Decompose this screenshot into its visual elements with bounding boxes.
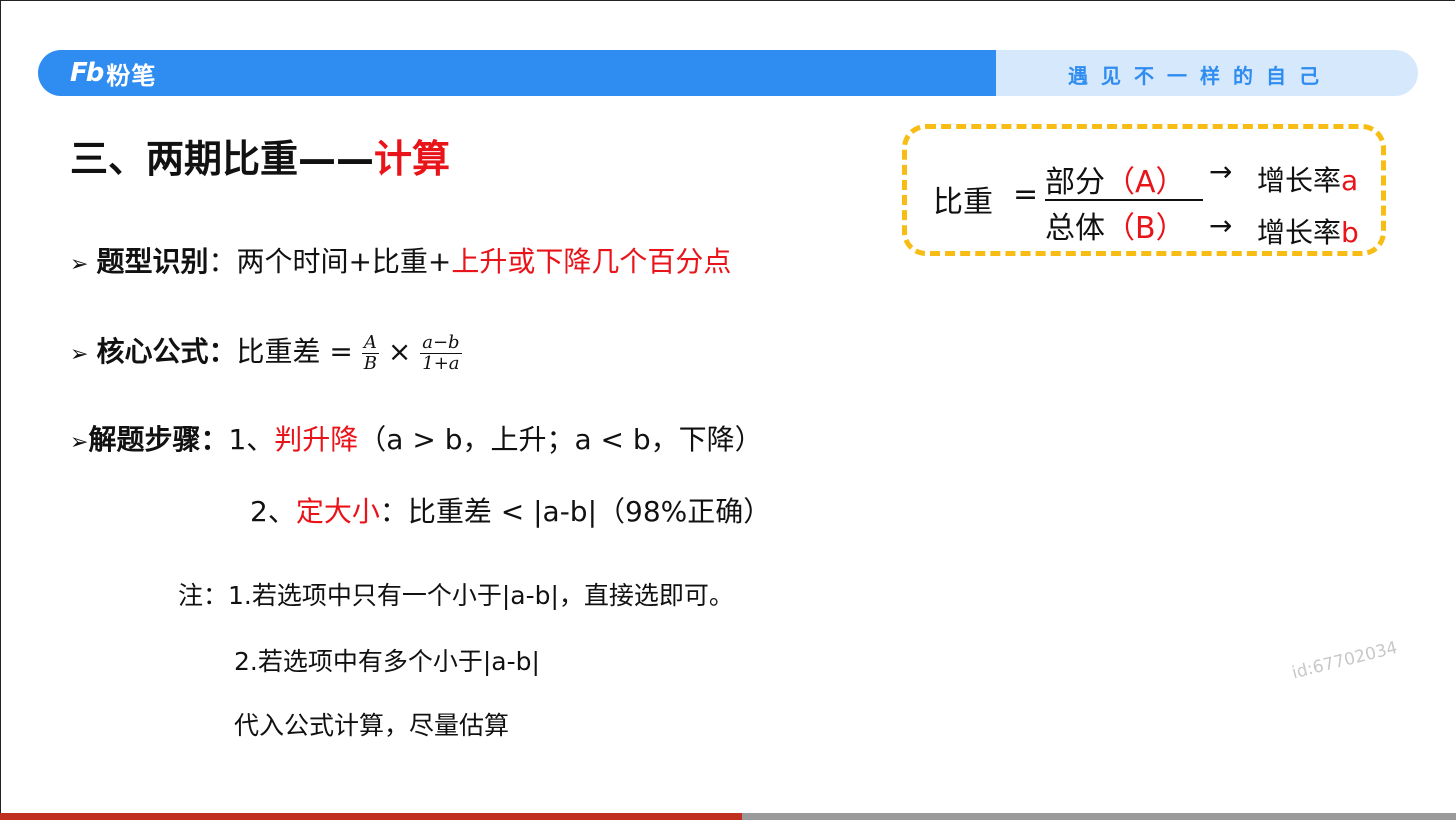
numerator-text: 部分 [1045, 165, 1105, 200]
frac1-numerator: A [363, 331, 377, 353]
step2-key: 定大小 [295, 495, 380, 528]
right-arrow-icon: → [1209, 209, 1233, 242]
note-3: 代入公式计算，尽量估算 [234, 711, 510, 740]
fraction-bar [1045, 199, 1203, 201]
bottom-bar-red [0, 813, 742, 820]
arrow-bullet-icon: ➢ [70, 342, 89, 367]
rate1-text: 增长率 [1257, 164, 1342, 197]
frac1-denominator: B [361, 352, 379, 374]
banner-blue-bar [38, 50, 996, 96]
step1-key: 判升降 [274, 423, 359, 456]
rate2-var: b [1341, 216, 1359, 249]
formula-box: 比重 = 部分（A） 总体（B） → → 增长率a 增长率b [902, 124, 1386, 256]
rule2-text: 比重差 = [236, 335, 362, 368]
step1-number: 1、 [228, 423, 275, 456]
slide-frame [0, 0, 1455, 819]
frac2-denominator: 1+a [420, 352, 462, 374]
step2-number: 2、 [250, 495, 296, 528]
page-title: 三、两期比重——计算 [70, 128, 450, 183]
fraction-a-over-b: AB [361, 331, 379, 374]
bottom-bar-gray [742, 813, 1456, 820]
watermark: id:67702034 [1290, 637, 1400, 684]
fraction-growth: a−b 1+a [420, 331, 462, 374]
growth-rate-a: 增长率a [1257, 159, 1358, 199]
logo-text: 粉笔 [106, 61, 157, 90]
header-banner: Fb 粉笔 遇见不一样的自己 [38, 50, 1418, 96]
rule-core-formula: ➢ 核心公式：比重差 = AB × a−b 1+a [70, 330, 462, 374]
box-numerator: 部分（A） [1045, 157, 1186, 201]
banner-slant [978, 50, 996, 96]
title-highlight: 计算 [374, 137, 451, 181]
title-prefix: 三、两期比重—— [70, 137, 375, 181]
box-lhs: 比重 [933, 185, 993, 220]
steps-label: 解题步骤： [88, 423, 229, 456]
note-2: 2.若选项中有多个小于|a-b| [234, 647, 540, 676]
right-arrow-icon: → [1209, 155, 1233, 188]
rule1-colon: ： [208, 245, 237, 278]
step-2: 2、定大小：比重差 < |a-b|（98%正确） [250, 490, 771, 530]
frac2-numerator: a−b [422, 331, 460, 353]
logo-mark: Fb [70, 58, 104, 88]
growth-rate-b: 增长率b [1257, 211, 1359, 251]
box-denominator: 总体（B） [1045, 203, 1186, 247]
step1-text: （a > b，上升；a < b，下降） [358, 423, 763, 456]
arrow-bullet-icon: ➢ [70, 430, 89, 455]
rule1-highlight: 上升或下降几个百分点 [451, 245, 732, 278]
solving-steps: ➢解题步骤：1、判升降（a > b，上升；a < b，下降） [70, 418, 763, 458]
rate1-var: a [1341, 164, 1359, 197]
note-1: 注：1.若选项中只有一个小于|a-b|，直接选即可。 [178, 576, 734, 612]
slogan: 遇见不一样的自己 [1068, 64, 1332, 88]
step2-text: ：比重差 < |a-b|（98%正确） [379, 495, 772, 528]
rule1-label: 题型识别 [96, 245, 209, 278]
rule1-text: 两个时间+比重+ [236, 245, 452, 278]
denominator-tag: （B） [1105, 211, 1186, 246]
fenbi-logo: Fb 粉笔 [70, 58, 157, 90]
arrow-bullet-icon: ➢ [70, 252, 89, 277]
box-equals: = [1013, 177, 1039, 212]
numerator-tag: （A） [1105, 165, 1186, 200]
times-sign: × [378, 335, 421, 368]
note1-text: 1.若选项中只有一个小于|a-b|，直接选即可。 [228, 581, 734, 610]
rule-type-identification: ➢ 题型识别：两个时间+比重+上升或下降几个百分点 [70, 240, 731, 280]
rate2-text: 增长率 [1257, 216, 1342, 249]
denominator-text: 总体 [1045, 211, 1105, 246]
note-label: 注： [178, 581, 229, 610]
rule2-label: 核心公式： [96, 335, 237, 368]
